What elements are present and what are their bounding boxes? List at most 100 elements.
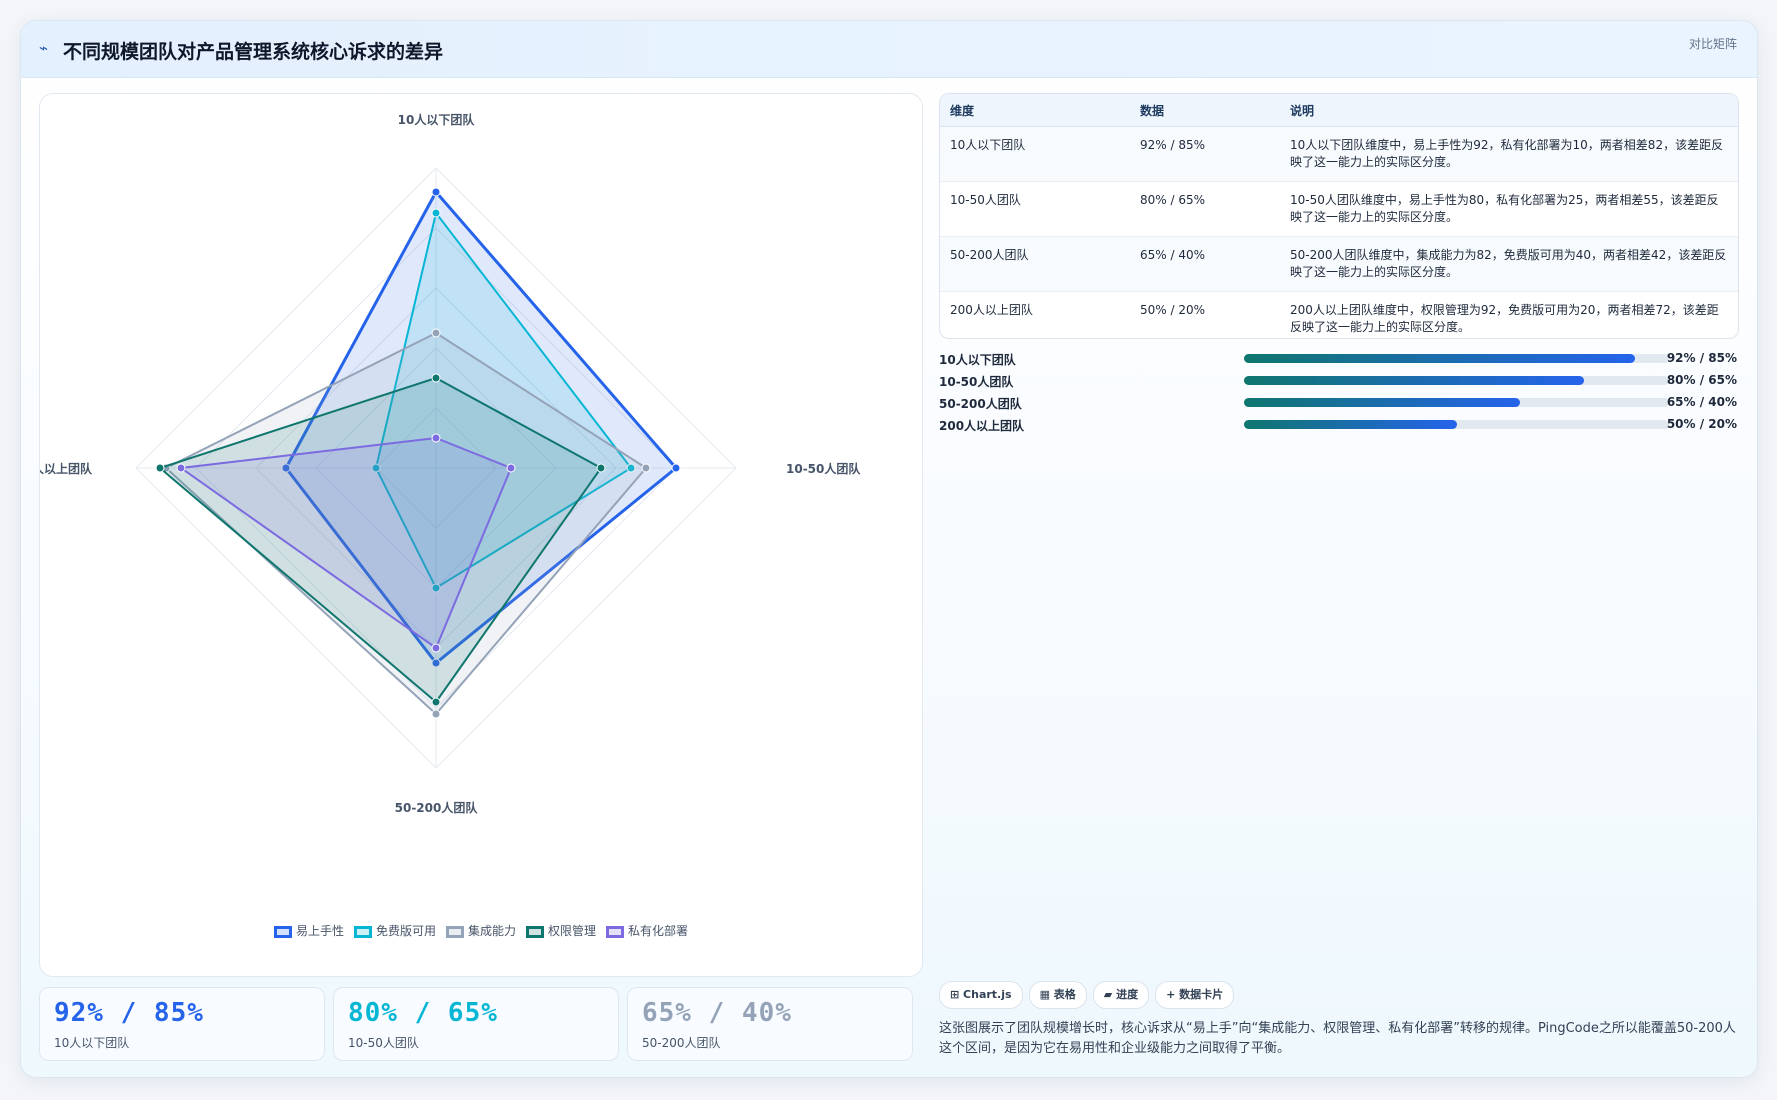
stat-value: 65% / 40% (642, 998, 792, 1028)
legend-label: 私有化部署 (628, 924, 689, 938)
legend-item[interactable]: 免费版可用 (353, 922, 436, 939)
chip-card[interactable]: + 数据卡片 (1155, 981, 1235, 1009)
radar-axis-label: 10人以下团队 (398, 112, 476, 127)
legend-swatch (273, 926, 292, 938)
progress-row: 50-200人团队 65% / 40% (939, 393, 1737, 415)
table-row: 10人以下团队 92% / 85% 10人以下团队维度中，易上手性为92，私有化… (940, 126, 1738, 182)
legend-label: 集成能力 (467, 924, 516, 938)
card-icon: + (1166, 988, 1180, 1001)
radar-data-point (596, 463, 606, 473)
table-cell-dimension: 200人以上团队 (940, 291, 1130, 338)
progress-list: 10人以下团队 92% / 85% 10-50人团队 80% / 65% 50-200人… (939, 349, 1737, 449)
chip-progress[interactable]: ▰ 进度 (1092, 981, 1150, 1009)
radar-data-point (431, 697, 441, 707)
table-cell-data: 65% / 40% (1130, 236, 1280, 292)
progress-label: 50-200人团队 (939, 397, 1022, 411)
progress-value: 65% / 40% (1666, 395, 1737, 409)
summary-note: 这张图展示了团队规模增长时，核心诉求从“易上手”向“集成能力、权限管理、私有化部… (939, 1021, 1736, 1056)
progress-track (1244, 354, 1669, 363)
feature-chips: ⊞ Chart.js ▦ 表格 ▰ 进度 + 数据卡片 (939, 981, 1240, 1009)
progress-fill (1244, 398, 1521, 407)
table-row: 200人以上团队 50% / 20% 200人以上团队维度中，权限管理为92，免… (940, 291, 1738, 338)
comparison-card: ⌁ 不同规模团队对产品管理系统核心诉求的差异 对比矩阵 10人以下团队 10-50… (20, 20, 1758, 1078)
progress-icon: ▰ (1103, 988, 1117, 1001)
legend-item[interactable]: 权限管理 (526, 922, 596, 939)
progress-row: 200人以上团队 50% / 20% (939, 415, 1737, 437)
table-cell-data: 50% / 20% (1130, 291, 1280, 338)
radar-data-point (155, 463, 165, 473)
table-cell-description: 10人以下团队维度中，易上手性为92，私有化部署为10，两者相差82，该差距反映… (1280, 126, 1738, 182)
table-cell-dimension: 10-50人团队 (940, 181, 1130, 237)
chip-chart[interactable]: ⊞ Chart.js (939, 981, 1023, 1009)
matrix-tag: 对比矩阵 (1688, 37, 1737, 51)
legend-label: 免费版可用 (375, 924, 436, 938)
progress-track (1244, 398, 1669, 407)
legend-label: 权限管理 (548, 924, 597, 938)
table-header-description: 说明 (1280, 94, 1738, 127)
progress-fill (1244, 354, 1635, 363)
page-title: 不同规模团队对产品管理系统核心诉求的差异 (63, 41, 444, 63)
progress-row: 10-50人团队 80% / 65% (939, 371, 1737, 393)
legend-item[interactable]: 集成能力 (445, 922, 516, 939)
legend-item[interactable]: 私有化部署 (606, 922, 688, 939)
legend-item[interactable]: 易上手性 (273, 922, 344, 939)
radar-data-point (176, 463, 186, 473)
progress-label: 10人以下团队 (939, 353, 1016, 367)
radar-axis-label: 200人以上团队 (40, 461, 93, 476)
table-cell-description: 50-200人团队维度中，集成能力为82，免费版可用为40，两者相差42，该差距… (1280, 236, 1738, 292)
table-header-data: 数据 (1130, 94, 1280, 127)
radar-chart-panel: 10人以下团队 10-50人团队 50-200人团队 200人以上团队 易上手性 免费版… (39, 93, 923, 977)
progress-value: 92% / 85% (1666, 351, 1737, 365)
table-cell-dimension: 50-200人团队 (940, 236, 1130, 292)
chip-label: 数据卡片 (1179, 988, 1224, 1001)
table-cell-description: 10-50人团队维度中，易上手性为80，私有化部署为25，两者相差55，该差距反… (1280, 181, 1738, 237)
table-cell-dimension: 10人以下团队 (940, 126, 1130, 182)
table-row: 10-50人团队 80% / 65% 10-50人团队维度中，易上手性为80，私… (940, 181, 1738, 237)
progress-value: 80% / 65% (1666, 373, 1737, 387)
stat-label: 10-50人团队 (348, 1036, 419, 1050)
stat-value: 80% / 65% (348, 998, 498, 1028)
chart-line-icon: ⌁ (39, 39, 49, 57)
legend-swatch (445, 926, 464, 938)
chip-label: 进度 (1116, 988, 1139, 1001)
table-icon: ▦ (1039, 988, 1054, 1001)
progress-value: 50% / 20% (1666, 417, 1737, 431)
radar-data-point (506, 463, 516, 473)
radar-data-point (641, 463, 651, 473)
table-row: 50-200人团队 65% / 40% 50-200人团队维度中，集成能力为82… (940, 236, 1738, 292)
table-cell-data: 80% / 65% (1130, 181, 1280, 237)
progress-label: 10-50人团队 (939, 375, 1014, 389)
stat-value: 92% / 85% (54, 998, 204, 1028)
chip-label: Chart.js (963, 988, 1012, 1001)
radar-data-point (431, 709, 441, 719)
progress-row: 10人以下团队 92% / 85% (939, 349, 1737, 371)
radar-chart: 10人以下团队 10-50人团队 50-200人团队 200人以上团队 (40, 112, 861, 815)
radar-data-point (431, 643, 441, 653)
legend-swatch (606, 926, 625, 938)
stat-label: 50-200人团队 (642, 1036, 721, 1050)
chart-icon: ⊞ (950, 988, 964, 1001)
chip-table[interactable]: ▦ 表格 (1028, 981, 1087, 1009)
legend-swatch (353, 926, 372, 938)
stat-cards: 92% / 85% 10人以下团队 80% / 65% 10-50人团队 65% / 4… (39, 987, 921, 1061)
stat-label: 10人以下团队 (54, 1036, 130, 1050)
stat-card: 92% / 85% 10人以下团队 (39, 987, 325, 1061)
progress-track (1244, 420, 1669, 429)
radar-axis-label: 50-200人团队 (395, 800, 479, 815)
radar-data-point (431, 187, 441, 197)
table-cell-data: 92% / 85% (1130, 126, 1280, 182)
progress-fill (1244, 376, 1584, 385)
stat-card: 80% / 65% 10-50人团队 (333, 987, 619, 1061)
data-table: 维度 数据 说明 10人以下团队 92% / 85% 10人以下团队维度中，易上… (940, 94, 1738, 338)
radar-axis-label: 10-50人团队 (786, 461, 861, 476)
radar-data-point (671, 463, 681, 473)
stat-card: 65% / 40% 50-200人团队 (627, 987, 913, 1061)
table-cell-description: 200人以上团队维度中，权限管理为92，免费版可用为20，两者相差72，该差距反… (1280, 291, 1738, 338)
radar-data-point (431, 328, 441, 338)
card-header: ⌁ 不同规模团队对产品管理系统核心诉求的差异 对比矩阵 (21, 21, 1757, 78)
chart-legend: 易上手性 免费版可用 集成能力 权限管理 私有化部署 (40, 922, 922, 939)
legend-label: 易上手性 (295, 924, 344, 938)
legend-swatch (526, 926, 544, 938)
radar-data-point (431, 208, 441, 218)
progress-label: 200人以上团队 (939, 419, 1025, 433)
